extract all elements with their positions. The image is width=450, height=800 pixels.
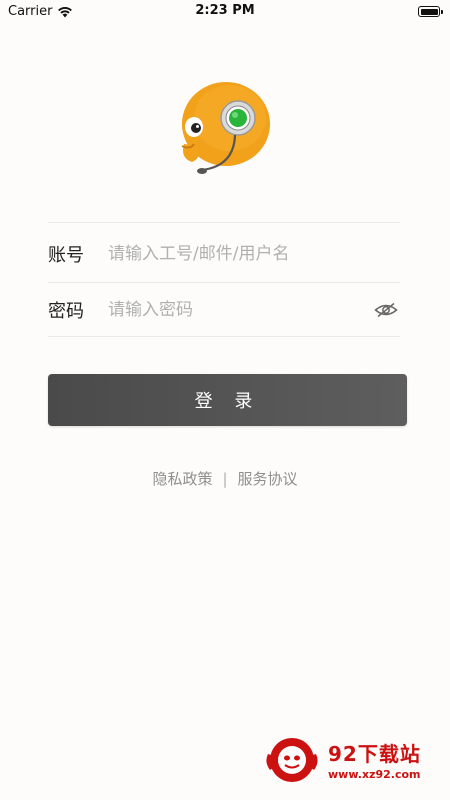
eye-slash-icon[interactable] [374, 298, 398, 322]
customer-service-mascot-logo [172, 74, 276, 182]
password-row: 密码 [48, 284, 400, 336]
watermark-title: 92下载站 [328, 742, 421, 766]
form-top-divider [48, 222, 400, 223]
account-input[interactable] [108, 239, 400, 269]
account-row: 账号 [48, 228, 400, 280]
watermark-url: www.xz92.com [328, 768, 421, 781]
privacy-policy-link[interactable]: 隐私政策 [152, 468, 212, 489]
policy-separator: | [222, 469, 228, 488]
password-label: 密码 [48, 301, 84, 322]
password-input[interactable] [108, 295, 374, 325]
status-time: 2:23 PM [195, 3, 255, 18]
status-bar: Carrier 2:23 PM [0, 0, 450, 24]
battery-icon [418, 6, 443, 17]
site-watermark: 92下载站 www.xz92.com [262, 732, 442, 790]
service-agreement-link[interactable]: 服务协议 [238, 468, 298, 489]
password-divider [48, 336, 400, 337]
account-divider [48, 282, 400, 283]
watermark-logo-icon [266, 738, 318, 782]
policy-links: 隐私政策 | 服务协议 [0, 468, 450, 489]
account-label: 账号 [48, 245, 84, 266]
login-button[interactable]: 登 录 [48, 374, 407, 426]
